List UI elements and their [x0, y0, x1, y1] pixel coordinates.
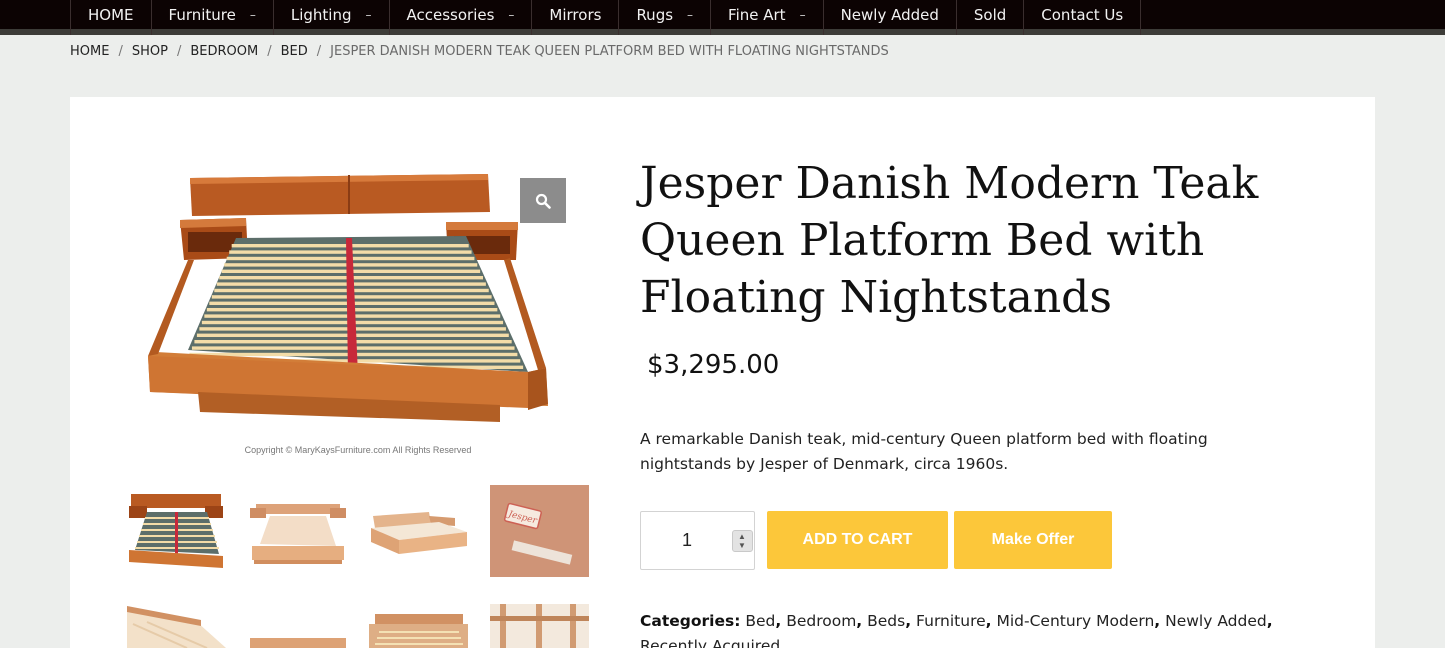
product-main-image[interactable]: [128, 160, 588, 465]
nav-item-sold[interactable]: Sold: [957, 0, 1025, 35]
submenu-toggle-icon[interactable]: –: [366, 8, 372, 22]
nav-item-label: Lighting: [290, 5, 352, 24]
submenu-toggle-icon[interactable]: –: [687, 8, 693, 22]
category-separator: ,: [1154, 612, 1161, 630]
nav-item-contact-us[interactable]: Contact Us: [1024, 0, 1142, 35]
nav-item-accessories[interactable]: Accessories –: [390, 0, 533, 35]
category-separator: ,: [905, 612, 912, 630]
breadcrumb-link[interactable]: BED: [281, 44, 308, 59]
nav-item-home[interactable]: HOME: [71, 0, 152, 35]
nav-item-label: Sold: [973, 5, 1007, 24]
product-title: Jesper Danish Modern Teak Queen Platform…: [640, 158, 1259, 323]
nav-item-lighting[interactable]: Lighting –: [274, 0, 390, 35]
add-to-cart-button[interactable]: ADD TO CART: [767, 511, 948, 569]
category-link[interactable]: Bedroom: [786, 612, 856, 630]
submenu-toggle-icon[interactable]: –: [508, 8, 514, 22]
stepper-arrows-icon[interactable]: ▲ ▼: [732, 530, 753, 552]
nav-item-label: HOME: [88, 5, 134, 24]
category-link[interactable]: Beds: [867, 612, 905, 630]
breadcrumb-current: JESPER DANISH MODERN TEAK QUEEN PLATFORM…: [330, 44, 889, 59]
breadcrumb-separator: /: [316, 44, 322, 59]
product-categories: Categories: Bed, Bedroom, Beds, Furnitur…: [640, 609, 1330, 648]
nav-item-label: Accessories: [406, 5, 495, 24]
breadcrumb: HOME / SHOP / BEDROOM / BED / JESPER DANISH MODE…: [70, 44, 889, 59]
nav-item-furniture[interactable]: Furniture –: [152, 0, 274, 35]
nav-item-label: Fine Art: [728, 5, 786, 24]
product-thumbnail[interactable]: [127, 488, 226, 580]
product-thumbnail[interactable]: [127, 604, 226, 648]
category-separator: ,: [775, 612, 782, 630]
category-link[interactable]: Mid-Century Modern: [996, 612, 1154, 630]
make-offer-button[interactable]: Make Offer: [954, 511, 1112, 569]
search-icon: [535, 193, 551, 209]
category-link[interactable]: Recently Acquired: [640, 637, 780, 648]
submenu-toggle-icon[interactable]: –: [250, 8, 256, 22]
category-link[interactable]: Bed: [745, 612, 775, 630]
category-separator: ,: [985, 612, 992, 630]
product-thumbnail[interactable]: [248, 604, 347, 648]
categories-label: Categories:: [640, 612, 741, 630]
nav-item-fine-art[interactable]: Fine Art –: [711, 0, 824, 35]
product-price: $3,295.00: [647, 350, 780, 380]
product-thumbnail[interactable]: [248, 488, 347, 580]
product-thumbnail[interactable]: Jesper: [490, 485, 589, 577]
nav-item-newly-added[interactable]: Newly Added: [824, 0, 957, 35]
category-separator: ,: [1266, 612, 1273, 630]
breadcrumb-separator: /: [176, 44, 182, 59]
submenu-toggle-icon[interactable]: –: [800, 8, 806, 22]
nav-item-label: Newly Added: [840, 5, 939, 24]
product-thumbnail[interactable]: [369, 488, 468, 580]
zoom-button[interactable]: [520, 178, 566, 223]
nav-item-label: Mirrors: [549, 5, 602, 24]
category-link[interactable]: Newly Added: [1165, 612, 1267, 630]
breadcrumb-separator: /: [118, 44, 123, 59]
product-thumbnail[interactable]: [490, 604, 589, 648]
category-link[interactable]: Furniture: [916, 612, 986, 630]
breadcrumb-link[interactable]: HOME: [70, 44, 109, 59]
nav-item-mirrors[interactable]: Mirrors: [532, 0, 620, 35]
product-description: A remarkable Danish teak, mid-century Qu…: [640, 430, 1208, 473]
category-separator: ,: [856, 612, 863, 630]
breadcrumb-link[interactable]: SHOP: [132, 44, 168, 59]
nav-item-label: Contact Us: [1041, 5, 1124, 24]
quantity-input[interactable]: 1: [641, 512, 733, 569]
nav-item-rugs[interactable]: Rugs –: [619, 0, 712, 35]
quantity-stepper[interactable]: 1 ▲ ▼: [640, 511, 755, 570]
image-copyright-text: Copyright © MaryKaysFurniture.com All Ri…: [244, 445, 472, 455]
main-menu: HOME Furniture – Lighting – Accessories – Mirro…: [70, 0, 1142, 35]
nav-item-label: Furniture: [168, 5, 236, 24]
nav-item-label: Rugs: [636, 5, 674, 24]
product-thumbnail[interactable]: [369, 604, 468, 648]
breadcrumb-link[interactable]: BEDROOM: [190, 44, 258, 59]
breadcrumb-separator: /: [267, 44, 272, 59]
